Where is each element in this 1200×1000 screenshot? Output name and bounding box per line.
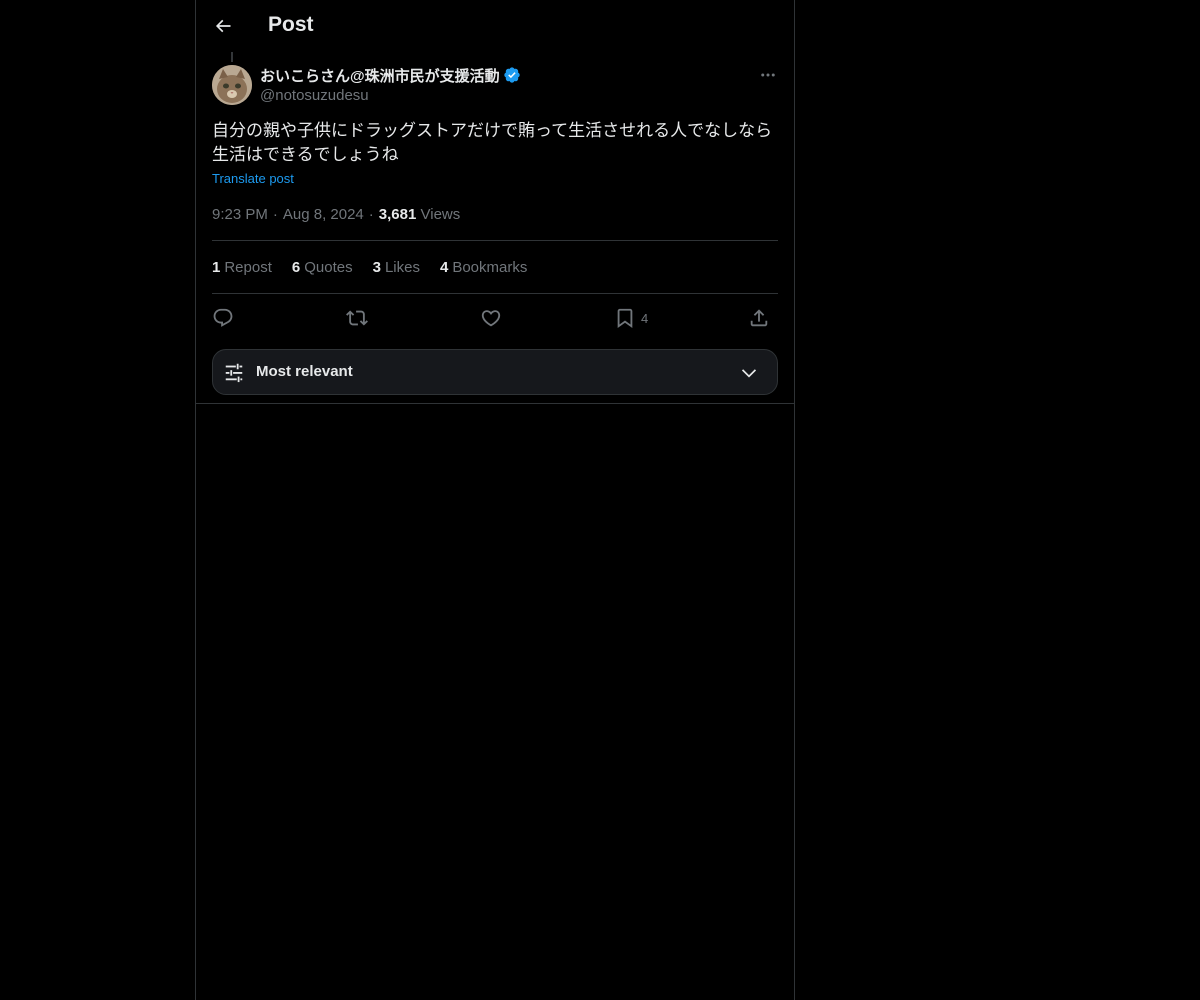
stat-label: Bookmarks [452,259,528,276]
stat-label: Repost [224,259,272,276]
repost-icon [346,310,368,326]
more-options-button[interactable] [752,62,784,88]
views-label: Views [420,206,461,223]
primary-column: Post おいこらさん@珠洲市民が支援活動 @notosuzudesu 自分の親… [195,0,795,1000]
bookmark-button[interactable]: 4 [614,304,648,332]
stat-count: 1 [212,259,221,276]
reply-button[interactable] [212,304,234,332]
page-header: Post [196,0,794,53]
stat-likes[interactable]: 3 Likes [373,258,420,278]
views-count: 3,681 [378,206,417,223]
reply-sort-dropdown[interactable]: Most relevant [212,349,778,395]
sort-label: Most relevant [256,363,353,380]
thread-connector-line [231,52,233,62]
stat-bookmarks[interactable]: 4 Bookmarks [440,258,527,278]
post-time[interactable]: 9:23 PM [212,206,268,223]
chevron-down-icon [741,369,757,378]
avatar[interactable] [212,65,252,105]
heart-icon [481,310,501,327]
post-text: 自分の親や子供にドラッグストアだけで賄って生活させれる人でなしなら 生活はできる… [212,121,773,164]
author-block: おいこらさん@珠洲市民が支援活動 @notosuzudesu [260,64,521,106]
post-metadata: 9:23 PM · Aug 8, 2024 · 3,681 Views [212,205,460,225]
stat-quotes[interactable]: 6 Quotes [292,258,353,278]
author-handle[interactable]: @notosuzudesu [260,86,521,106]
stat-label: Likes [384,259,420,276]
cat-avatar-image [212,65,252,105]
bookmark-count: 4 [641,310,649,326]
share-button[interactable] [748,304,770,332]
stat-count: 4 [439,259,449,276]
bookmark-icon [617,308,633,329]
author-display-name[interactable]: おいこらさん@珠洲市民が支援活動 [260,65,500,86]
like-button[interactable] [480,304,502,332]
translate-post-link[interactable]: Translate post [212,171,294,186]
back-button[interactable] [206,9,240,43]
stat-label: Quotes [304,259,353,276]
stat-count: 6 [291,259,301,276]
divider [212,293,778,294]
sliders-icon [225,363,243,383]
repost-button[interactable] [346,304,368,332]
more-horizontal-icon [761,73,775,77]
meta-separator: · [272,206,278,223]
page-title: Post [268,13,314,36]
stat-reposts[interactable]: 1 Repost [212,258,272,278]
action-bar: 4 [212,304,778,332]
divider [196,403,794,404]
stat-count: 3 [372,259,381,276]
divider [212,240,778,241]
post-date[interactable]: Aug 8, 2024 [283,206,364,223]
reply-icon [213,308,233,327]
verified-badge-icon[interactable] [503,66,521,84]
share-icon [750,309,768,327]
post-stats: 1 Repost 6 Quotes 3 Likes 4 Bookmarks [212,258,547,278]
author-name-row: おいこらさん@珠洲市民が支援活動 [260,64,521,86]
arrow-left-icon [215,19,231,33]
meta-separator: · [368,206,374,223]
